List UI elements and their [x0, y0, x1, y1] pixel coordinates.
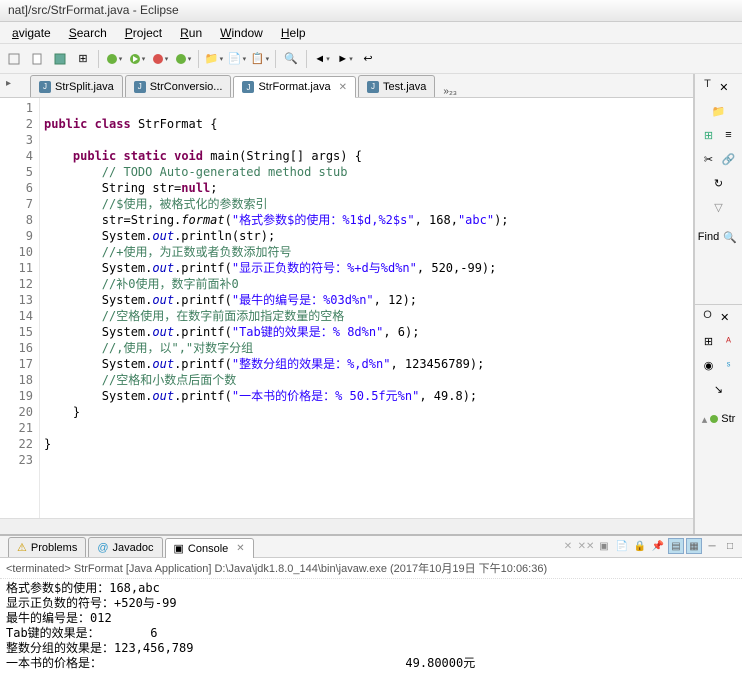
open-type-icon[interactable]	[4, 49, 24, 69]
scroll-lock-icon[interactable]: 🔒	[632, 538, 648, 554]
tab-label: StrConversio...	[150, 81, 223, 93]
tab-label: Problems	[31, 542, 77, 554]
display-icon[interactable]: ▤	[668, 538, 684, 554]
search-icon[interactable]: 🔍	[281, 49, 301, 69]
close-icon[interactable]: ✕	[716, 309, 734, 327]
list-icon[interactable]: ≡	[720, 126, 738, 144]
new-icon[interactable]	[27, 49, 47, 69]
tab-label: Test.java	[383, 81, 426, 93]
open-console-icon[interactable]: ▦	[686, 538, 702, 554]
min-icon[interactable]: ─	[704, 538, 720, 554]
folder-icon[interactable]: 📁	[710, 102, 728, 120]
new-package-icon[interactable]: 📁	[204, 49, 224, 69]
window-title: nat]/src/StrFormat.java - Eclipse	[0, 0, 742, 22]
remove-all-icon[interactable]: ✕✕	[578, 538, 594, 554]
last-edit-icon[interactable]: ↩	[358, 49, 378, 69]
close-icon[interactable]: ✕	[715, 78, 733, 96]
sort-icon[interactable]: ᴬ	[720, 333, 738, 351]
editor-pane: ▸ J StrSplit.java J StrConversio... J St…	[0, 74, 694, 534]
java-file-icon: J	[39, 81, 51, 93]
console-icon: ▣	[174, 542, 184, 555]
tab-label: StrSplit.java	[55, 81, 114, 93]
refresh-icon[interactable]: ↻	[710, 174, 728, 192]
outline-item[interactable]: Str	[721, 413, 735, 425]
close-icon[interactable]: ✕	[339, 82, 347, 93]
toolbar: ⊞ 📁 📄 📋 🔍 ◄ ► ↩	[0, 44, 742, 74]
separator	[198, 50, 199, 68]
tab-javadoc[interactable]: @ Javadoc	[88, 537, 162, 557]
sync-icon[interactable]: 🔗	[720, 150, 738, 168]
tree-icon[interactable]: ⊞	[700, 126, 718, 144]
java-file-icon: J	[242, 81, 254, 93]
menu-navigate[interactable]: avigate	[4, 24, 59, 42]
tab-strconversion[interactable]: J StrConversio...	[125, 75, 232, 97]
tab-label: StrFormat.java	[258, 81, 330, 93]
remove-icon[interactable]: ✕	[560, 538, 576, 554]
task-label: T	[704, 78, 711, 96]
java-file-icon: J	[367, 81, 379, 93]
java-file-icon: J	[134, 81, 146, 93]
separator	[98, 50, 99, 68]
task-pane: T✕ 📁 ⊞≡ ✂🔗 ↻ ▽ Find 🔍	[694, 74, 742, 304]
close-icon[interactable]: ✕	[236, 543, 244, 554]
horizontal-scrollbar[interactable]	[0, 518, 693, 534]
class-icon	[709, 414, 719, 424]
max-icon[interactable]: □	[722, 538, 738, 554]
javadoc-icon: @	[97, 542, 108, 554]
tab-strsplit[interactable]: J StrSplit.java	[30, 75, 123, 97]
run-icon[interactable]	[127, 49, 147, 69]
nav-fwd-icon[interactable]: ►	[335, 49, 355, 69]
console-toolbar: ✕ ✕✕ ▣ 📄 🔒 📌 ▤ ▦ ─ □	[560, 538, 738, 554]
bottom-panel: ⚠ Problems @ Javadoc ▣ Console ✕ ✕ ✕✕ ▣ …	[0, 534, 742, 679]
save-icon[interactable]	[50, 49, 70, 69]
restore-icon[interactable]: ▸	[6, 78, 11, 89]
separator	[306, 50, 307, 68]
collapse-icon[interactable]: ▽	[710, 198, 728, 216]
problems-icon: ⚠	[17, 541, 27, 554]
code-content[interactable]: public class StrFormat { public static v…	[40, 98, 693, 518]
separator	[275, 50, 276, 68]
tool-icon[interactable]: ✂	[700, 150, 718, 168]
ext-tools-icon[interactable]	[173, 49, 193, 69]
menu-help[interactable]: Help	[273, 24, 314, 42]
tab-label: Console	[188, 543, 228, 555]
code-editor[interactable]: 1234⊖567891011121314151617181920212223 p…	[0, 98, 693, 518]
bottom-tabs: ⚠ Problems @ Javadoc ▣ Console ✕ ✕ ✕✕ ▣ …	[0, 536, 742, 558]
tab-overflow[interactable]: »₂₃	[443, 86, 457, 97]
open-task-icon[interactable]: 📋	[250, 49, 270, 69]
coverage-icon[interactable]	[150, 49, 170, 69]
menubar: avigate Search Project Run Window Help	[0, 22, 742, 44]
menu-project[interactable]: Project	[117, 24, 170, 42]
search-icon[interactable]: 🔍	[721, 228, 739, 246]
tab-test[interactable]: J Test.java	[358, 75, 435, 97]
outline-label: O	[703, 309, 712, 327]
tab-console[interactable]: ▣ Console ✕	[165, 538, 254, 558]
toggle-icon[interactable]: ⊞	[73, 49, 93, 69]
show-icon[interactable]: ˢ	[720, 357, 738, 375]
find-label: Find	[698, 231, 719, 243]
new-class-icon[interactable]: 📄	[227, 49, 247, 69]
tab-problems[interactable]: ⚠ Problems	[8, 537, 86, 557]
menu-run[interactable]: Run	[172, 24, 210, 42]
clear-icon[interactable]: 📄	[614, 538, 630, 554]
outline-pane: O✕ ⊞ᴬ ◉ˢ ↘ ▴ Str	[694, 304, 742, 535]
line-gutter: 1234⊖567891011121314151617181920212223	[0, 98, 40, 518]
terminate-icon[interactable]: ▣	[596, 538, 612, 554]
hide-icon[interactable]: ◉	[700, 357, 718, 375]
tree-toggle-icon[interactable]: ▴	[702, 413, 708, 426]
menu-window[interactable]: Window	[212, 24, 271, 42]
editor-tabs: ▸ J StrSplit.java J StrConversio... J St…	[0, 74, 693, 98]
pin-icon[interactable]: 📌	[650, 538, 666, 554]
tab-label: Javadoc	[113, 542, 154, 554]
console-output[interactable]: 格式参数$的使用：168,abc 显示正负数的符号：+520与-99 最牛的编号…	[0, 579, 742, 679]
nav-back-icon[interactable]: ◄	[312, 49, 332, 69]
console-header: <terminated> StrFormat [Java Application…	[0, 558, 742, 579]
tab-strformat[interactable]: J StrFormat.java ✕	[233, 76, 356, 98]
debug-icon[interactable]	[104, 49, 124, 69]
link-icon[interactable]: ↘	[710, 381, 728, 399]
filter-icon[interactable]: ⊞	[700, 333, 718, 351]
menu-search[interactable]: Search	[61, 24, 115, 42]
